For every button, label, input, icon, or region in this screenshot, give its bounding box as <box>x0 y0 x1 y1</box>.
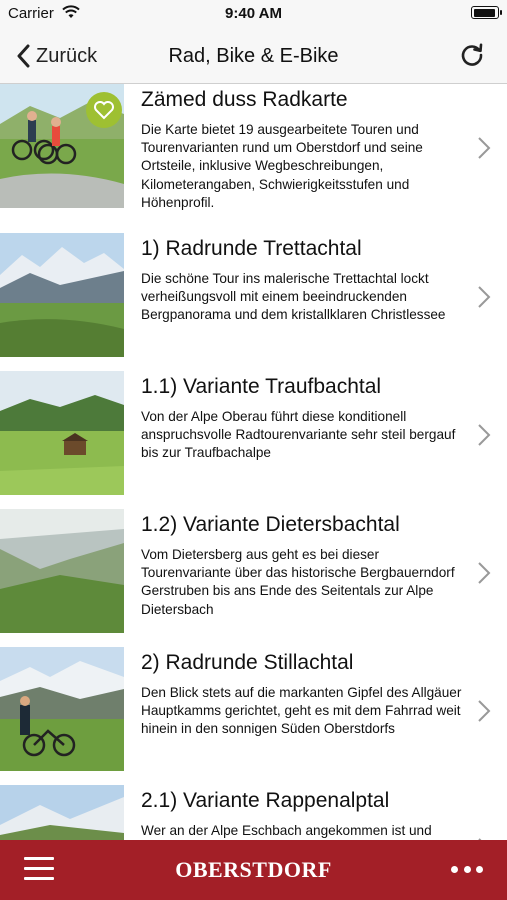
chevron-right-icon <box>478 137 491 159</box>
tour-thumbnail <box>0 785 124 840</box>
tour-title: Zämed duss Radkarte <box>141 88 348 111</box>
tour-list: Zämed duss Radkarte Die Karte bietet 19 … <box>0 84 507 840</box>
list-item[interactable]: Zämed duss Radkarte Die Karte bietet 19 … <box>0 84 507 222</box>
tour-title: 2.1) Variante Rappenalptal <box>141 789 390 812</box>
more-dots-icon[interactable] <box>451 866 483 874</box>
bottom-bar: OBERSTDORF <box>0 840 507 900</box>
tour-thumbnail <box>0 509 124 633</box>
list-item[interactable]: 2.1) Variante Rappenalptal Wer an der Al… <box>0 785 507 840</box>
tour-title: 2) Radrunde Stillachtal <box>141 651 354 674</box>
page-title: Rad, Bike & E-Bike <box>168 45 339 67</box>
brand-logo: OBERSTDORF <box>175 857 332 882</box>
list-item[interactable]: 1.1) Variante Traufbachtal Von der Alpe … <box>0 371 507 509</box>
list-item[interactable]: 2) Radrunde Stillachtal Den Blick stets … <box>0 647 507 785</box>
refresh-icon[interactable] <box>459 42 485 68</box>
tour-title: 1) Radrunde Trettachtal <box>141 237 362 260</box>
battery-icon <box>471 6 502 19</box>
clock: 9:40 AM <box>225 5 282 22</box>
chevron-right-icon <box>478 562 491 584</box>
chevron-right-icon <box>478 286 491 308</box>
chevron-right-icon <box>478 424 491 446</box>
tour-thumbnail <box>0 233 124 357</box>
tour-title: 1.1) Variante Traufbachtal <box>141 375 382 398</box>
tour-description: Die schöne Tour ins malerische Trettacht… <box>141 271 446 323</box>
navigation-bar: Zurück Rad, Bike & E-Bike <box>0 28 507 84</box>
tour-description: Vom Dietersberg aus geht es bei dieser T… <box>141 547 455 617</box>
tour-thumbnail <box>0 647 124 771</box>
heart-icon <box>86 92 122 128</box>
list-item[interactable]: 1.2) Variante Dietersbachtal Vom Dieters… <box>0 509 507 647</box>
chevron-right-icon <box>478 700 491 722</box>
tour-title: 1.2) Variante Dietersbachtal <box>141 513 400 536</box>
tour-description: Den Blick stets auf die markanten Gipfel… <box>141 685 462 737</box>
tour-description: Die Karte bietet 19 ausgearbeitete Toure… <box>141 122 423 210</box>
list-item[interactable]: 1) Radrunde Trettachtal Die schöne Tour … <box>0 233 507 371</box>
tour-thumbnail <box>0 371 124 495</box>
tour-thumbnail <box>0 84 124 208</box>
status-bar: Carrier 9:40 AM <box>0 0 507 28</box>
tour-description: Wer an der Alpe Eschbach angekommen ist … <box>141 823 432 838</box>
tour-description: Von der Alpe Oberau führt diese konditio… <box>141 409 456 461</box>
